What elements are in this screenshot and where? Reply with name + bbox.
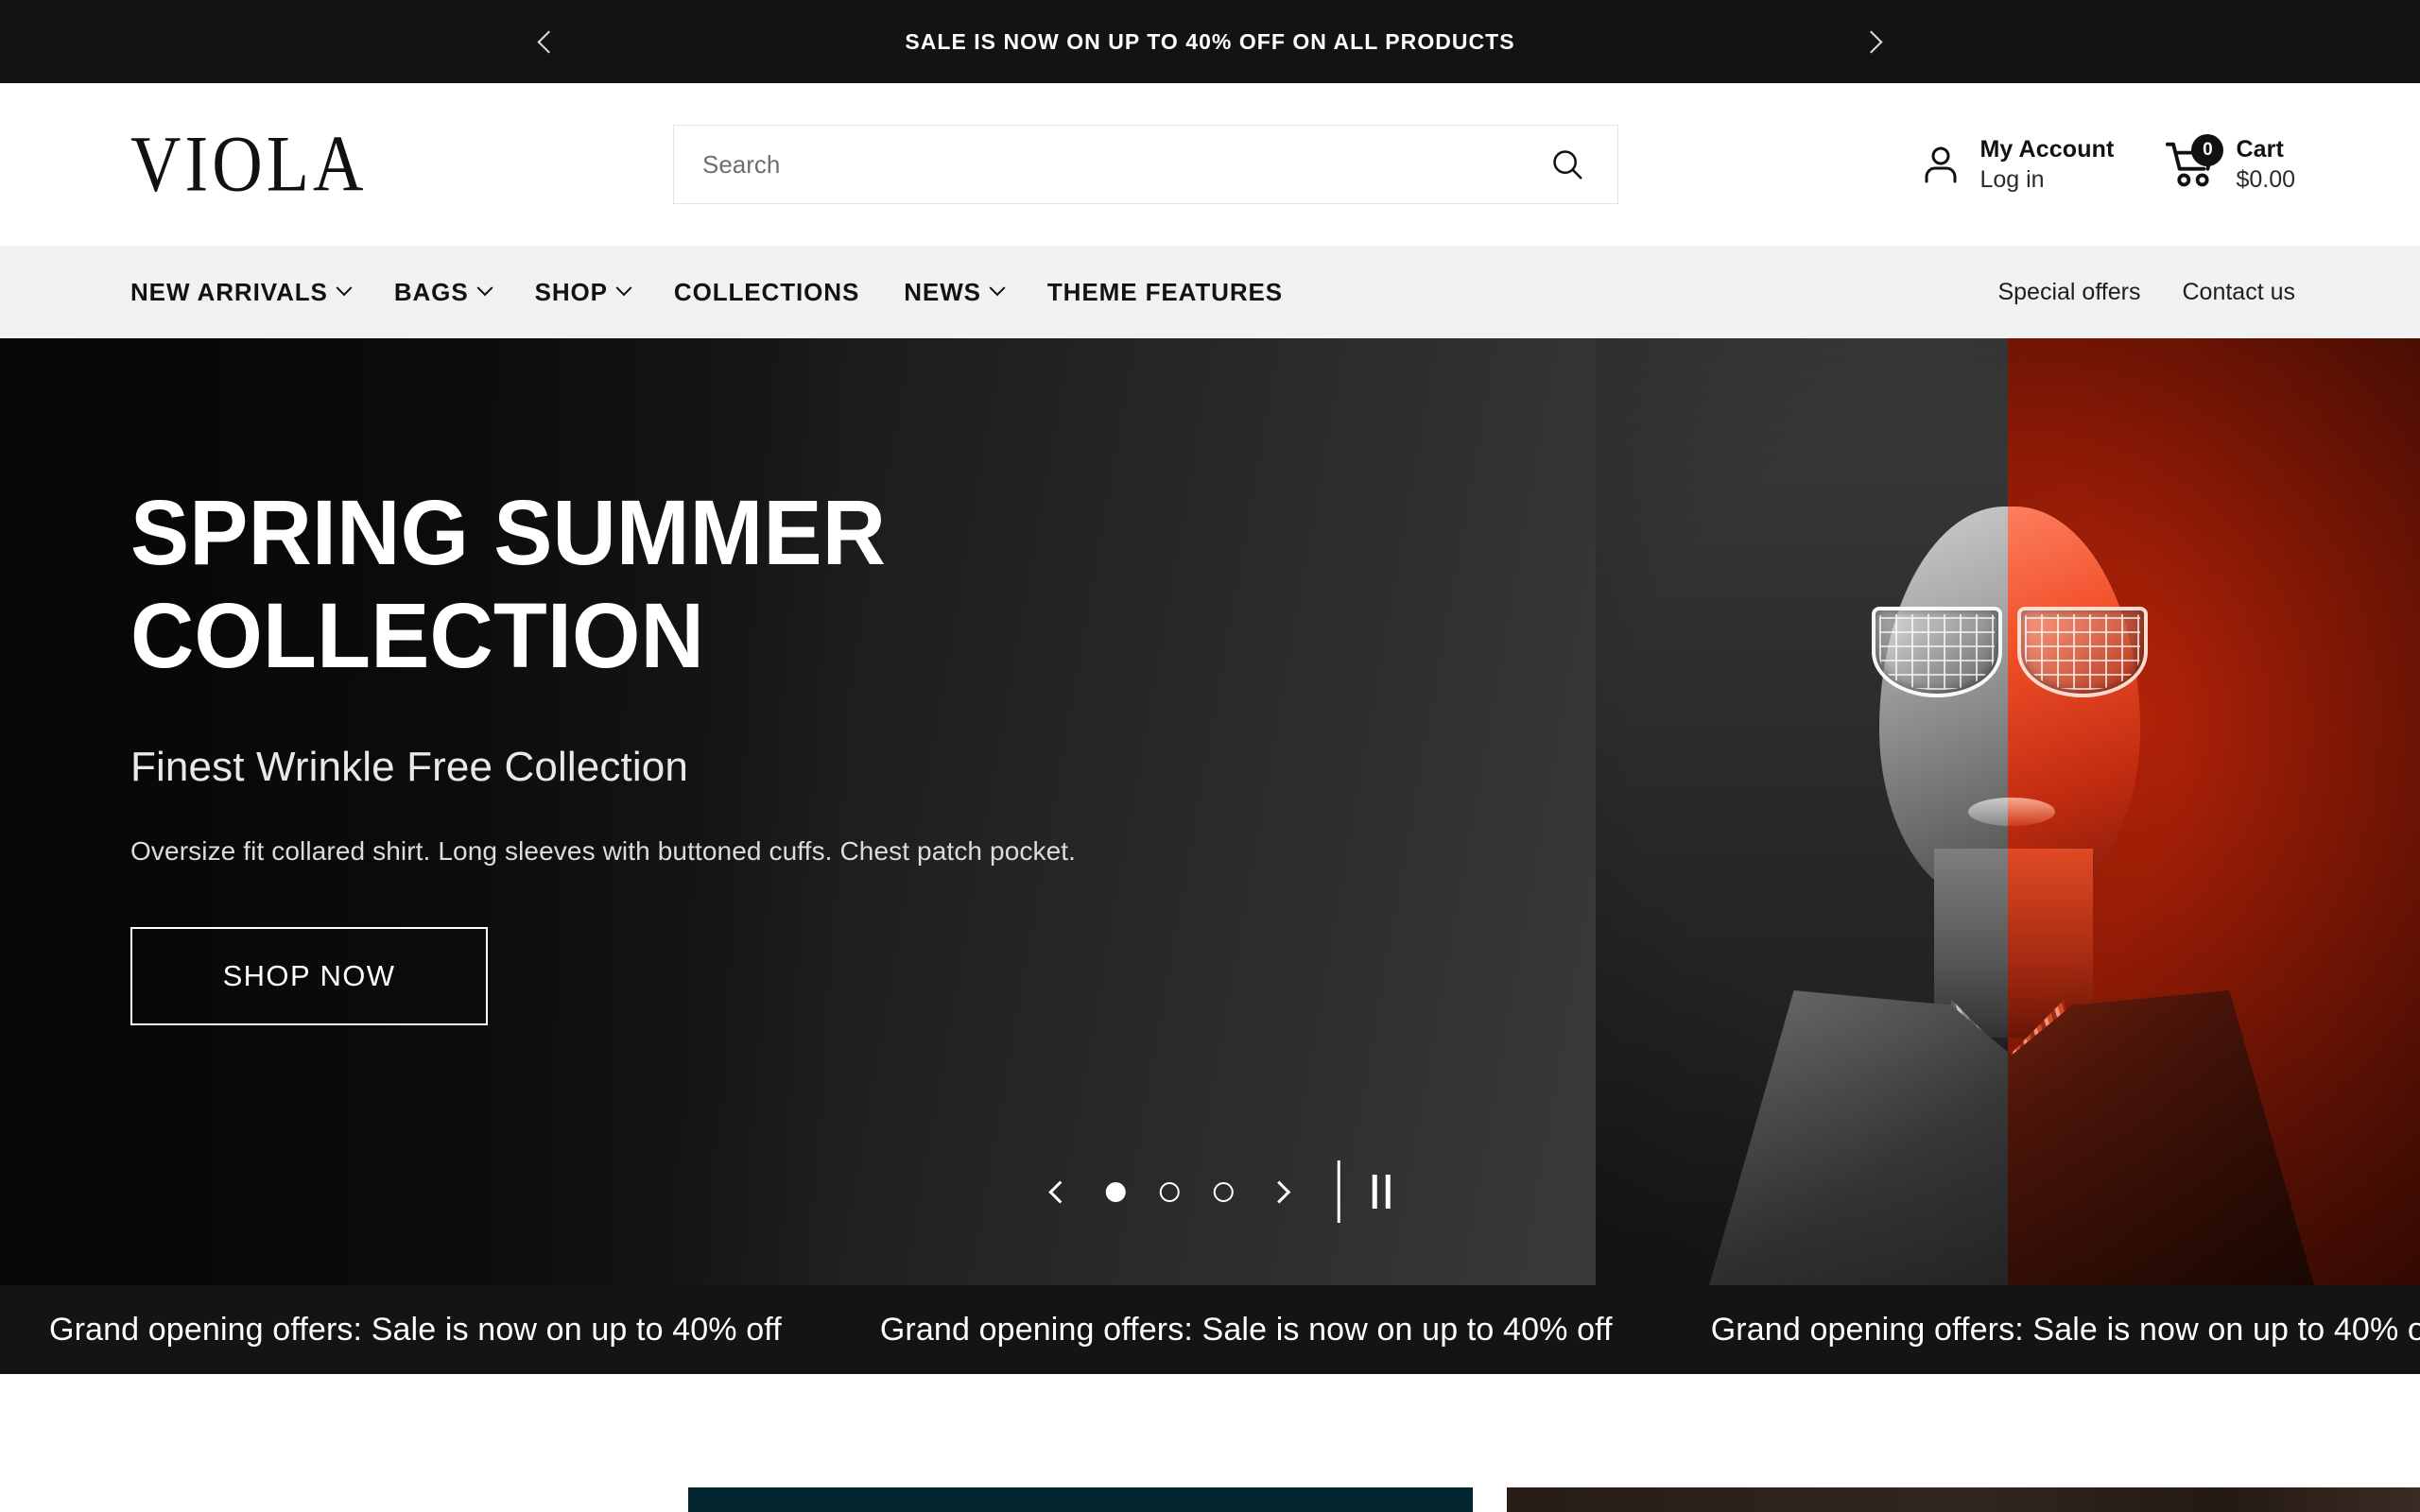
marquee-item: Grand opening offers: Sale is now on up …: [879, 1311, 1613, 1348]
hero-title-line-2: COLLECTION: [130, 583, 705, 687]
chevron-right-icon: [1859, 29, 1883, 54]
pause-icon-bar-2: [1385, 1175, 1391, 1209]
carousel-dot-3[interactable]: [1213, 1181, 1234, 1202]
model-head: [2008, 507, 2140, 903]
collection-cards-section: [0, 1374, 2420, 1512]
carousel-pause-button[interactable]: [1372, 1175, 1391, 1209]
nav-item-label: THEME FEATURES: [1046, 277, 1284, 306]
shop-now-button[interactable]: SHOP NOW: [130, 927, 488, 1026]
hero-image-red-half: [2008, 338, 2420, 1285]
collection-card-brown[interactable]: [1507, 1487, 2420, 1512]
carousel-divider: [1337, 1160, 1340, 1223]
nav-item-news[interactable]: NEWS: [904, 277, 1006, 307]
nav-link-special-offers[interactable]: Special offers: [1997, 279, 2140, 306]
marquee-item: Grand opening offers: Sale is now on up …: [1710, 1311, 2420, 1348]
model-jacket: [2008, 990, 2314, 1285]
hero-image: [1596, 338, 2420, 1285]
my-account-button[interactable]: My Account Log in: [1918, 134, 2114, 195]
carousel-prev-button[interactable]: [1030, 1164, 1085, 1219]
sunglasses-lens-left: [1872, 607, 2002, 697]
nav-item-label: NEW ARRIVALS: [130, 277, 328, 306]
search-input[interactable]: [702, 149, 1542, 180]
nav-item-bags[interactable]: BAGS: [393, 277, 493, 307]
hero-image-grayscale-half: [1596, 338, 2008, 1285]
my-account-label: My Account: [1979, 136, 2115, 163]
chevron-down-icon: [989, 280, 1006, 297]
nav-item-theme-features[interactable]: THEME FEATURES: [1047, 278, 1283, 307]
hero-carousel: SPRING SUMMER COLLECTION Finest Wrinkle …: [0, 338, 2420, 1285]
pause-icon-bar-1: [1372, 1175, 1377, 1209]
search-bar: [673, 125, 1618, 204]
hero-description: Oversize fit collared shirt. Long sleeve…: [130, 836, 1077, 867]
header-actions: My Account Log in 0 Cart $0.00: [1918, 134, 2295, 195]
site-logo[interactable]: VIOLA: [130, 125, 368, 204]
model-head: [1879, 507, 2008, 903]
announcement-prev-button[interactable]: [525, 20, 568, 63]
login-label: Log in: [1979, 166, 2045, 193]
chevron-down-icon: [336, 280, 353, 297]
chevron-down-icon: [615, 280, 632, 297]
nav-item-collections[interactable]: COLLECTIONS: [674, 278, 859, 307]
nav-item-label: BAGS: [393, 277, 469, 306]
chevron-left-icon: [537, 29, 561, 54]
nav-item-shop[interactable]: SHOP: [534, 277, 632, 307]
hero-title: SPRING SUMMER COLLECTION: [130, 481, 1265, 687]
hero-title-line-1: SPRING SUMMER: [130, 481, 887, 584]
search-icon: [1553, 150, 1582, 180]
search-submit-button[interactable]: [1542, 139, 1593, 190]
hero-subtitle: Finest Wrinkle Free Collection: [130, 744, 689, 791]
cart-button[interactable]: 0 Cart $0.00: [2165, 134, 2295, 195]
site-header: VIOLA My Account Log in: [0, 83, 2420, 246]
cart-total: $0.00: [2236, 166, 2295, 193]
collection-card-teal[interactable]: [688, 1487, 1473, 1512]
nav-item-label: NEWS: [904, 277, 981, 306]
hero-content: SPRING SUMMER COLLECTION Finest Wrinkle …: [130, 481, 1312, 1026]
nav-item-label: SHOP: [534, 277, 608, 306]
user-icon: [1925, 146, 1957, 183]
carousel-dots: [1105, 1181, 1234, 1202]
nav-link-contact-us[interactable]: Contact us: [2182, 279, 2295, 306]
carousel-controls: [1030, 1160, 1391, 1223]
promo-marquee: Grand opening offers: Sale is now on up …: [0, 1285, 2420, 1374]
nav-utility-links: Special offers Contact us: [1997, 279, 2295, 306]
chevron-right-icon: [1268, 1179, 1291, 1204]
chevron-left-icon: [1048, 1179, 1072, 1204]
marquee-item: Grand opening offers: Sale is now on up …: [49, 1311, 782, 1348]
model-jacket: [1709, 990, 2008, 1285]
cart-count-badge: 0: [2191, 134, 2224, 166]
model-sunglasses: [2008, 607, 2148, 699]
sunglasses-lens-right: [2017, 607, 2148, 697]
main-navigation: NEW ARRIVALS BAGS SHOP COLLECTIONS NEWS …: [0, 246, 2420, 338]
chevron-down-icon: [476, 280, 493, 297]
carousel-dot-2[interactable]: [1159, 1181, 1180, 1202]
cart-label: Cart: [2236, 136, 2284, 163]
carousel-dot-1[interactable]: [1105, 1181, 1126, 1202]
carousel-next-button[interactable]: [1254, 1164, 1309, 1219]
announcement-bar: SALE IS NOW ON UP TO 40% OFF ON ALL PROD…: [0, 0, 2420, 83]
nav-items: NEW ARRIVALS BAGS SHOP COLLECTIONS NEWS …: [130, 278, 1283, 307]
nav-item-label: COLLECTIONS: [673, 277, 860, 306]
announcement-next-button[interactable]: [1852, 20, 1895, 63]
nav-item-new-arrivals[interactable]: NEW ARRIVALS: [130, 277, 353, 307]
announcement-text: SALE IS NOW ON UP TO 40% OFF ON ALL PROD…: [905, 28, 1515, 54]
model-sunglasses: [1872, 607, 2008, 699]
